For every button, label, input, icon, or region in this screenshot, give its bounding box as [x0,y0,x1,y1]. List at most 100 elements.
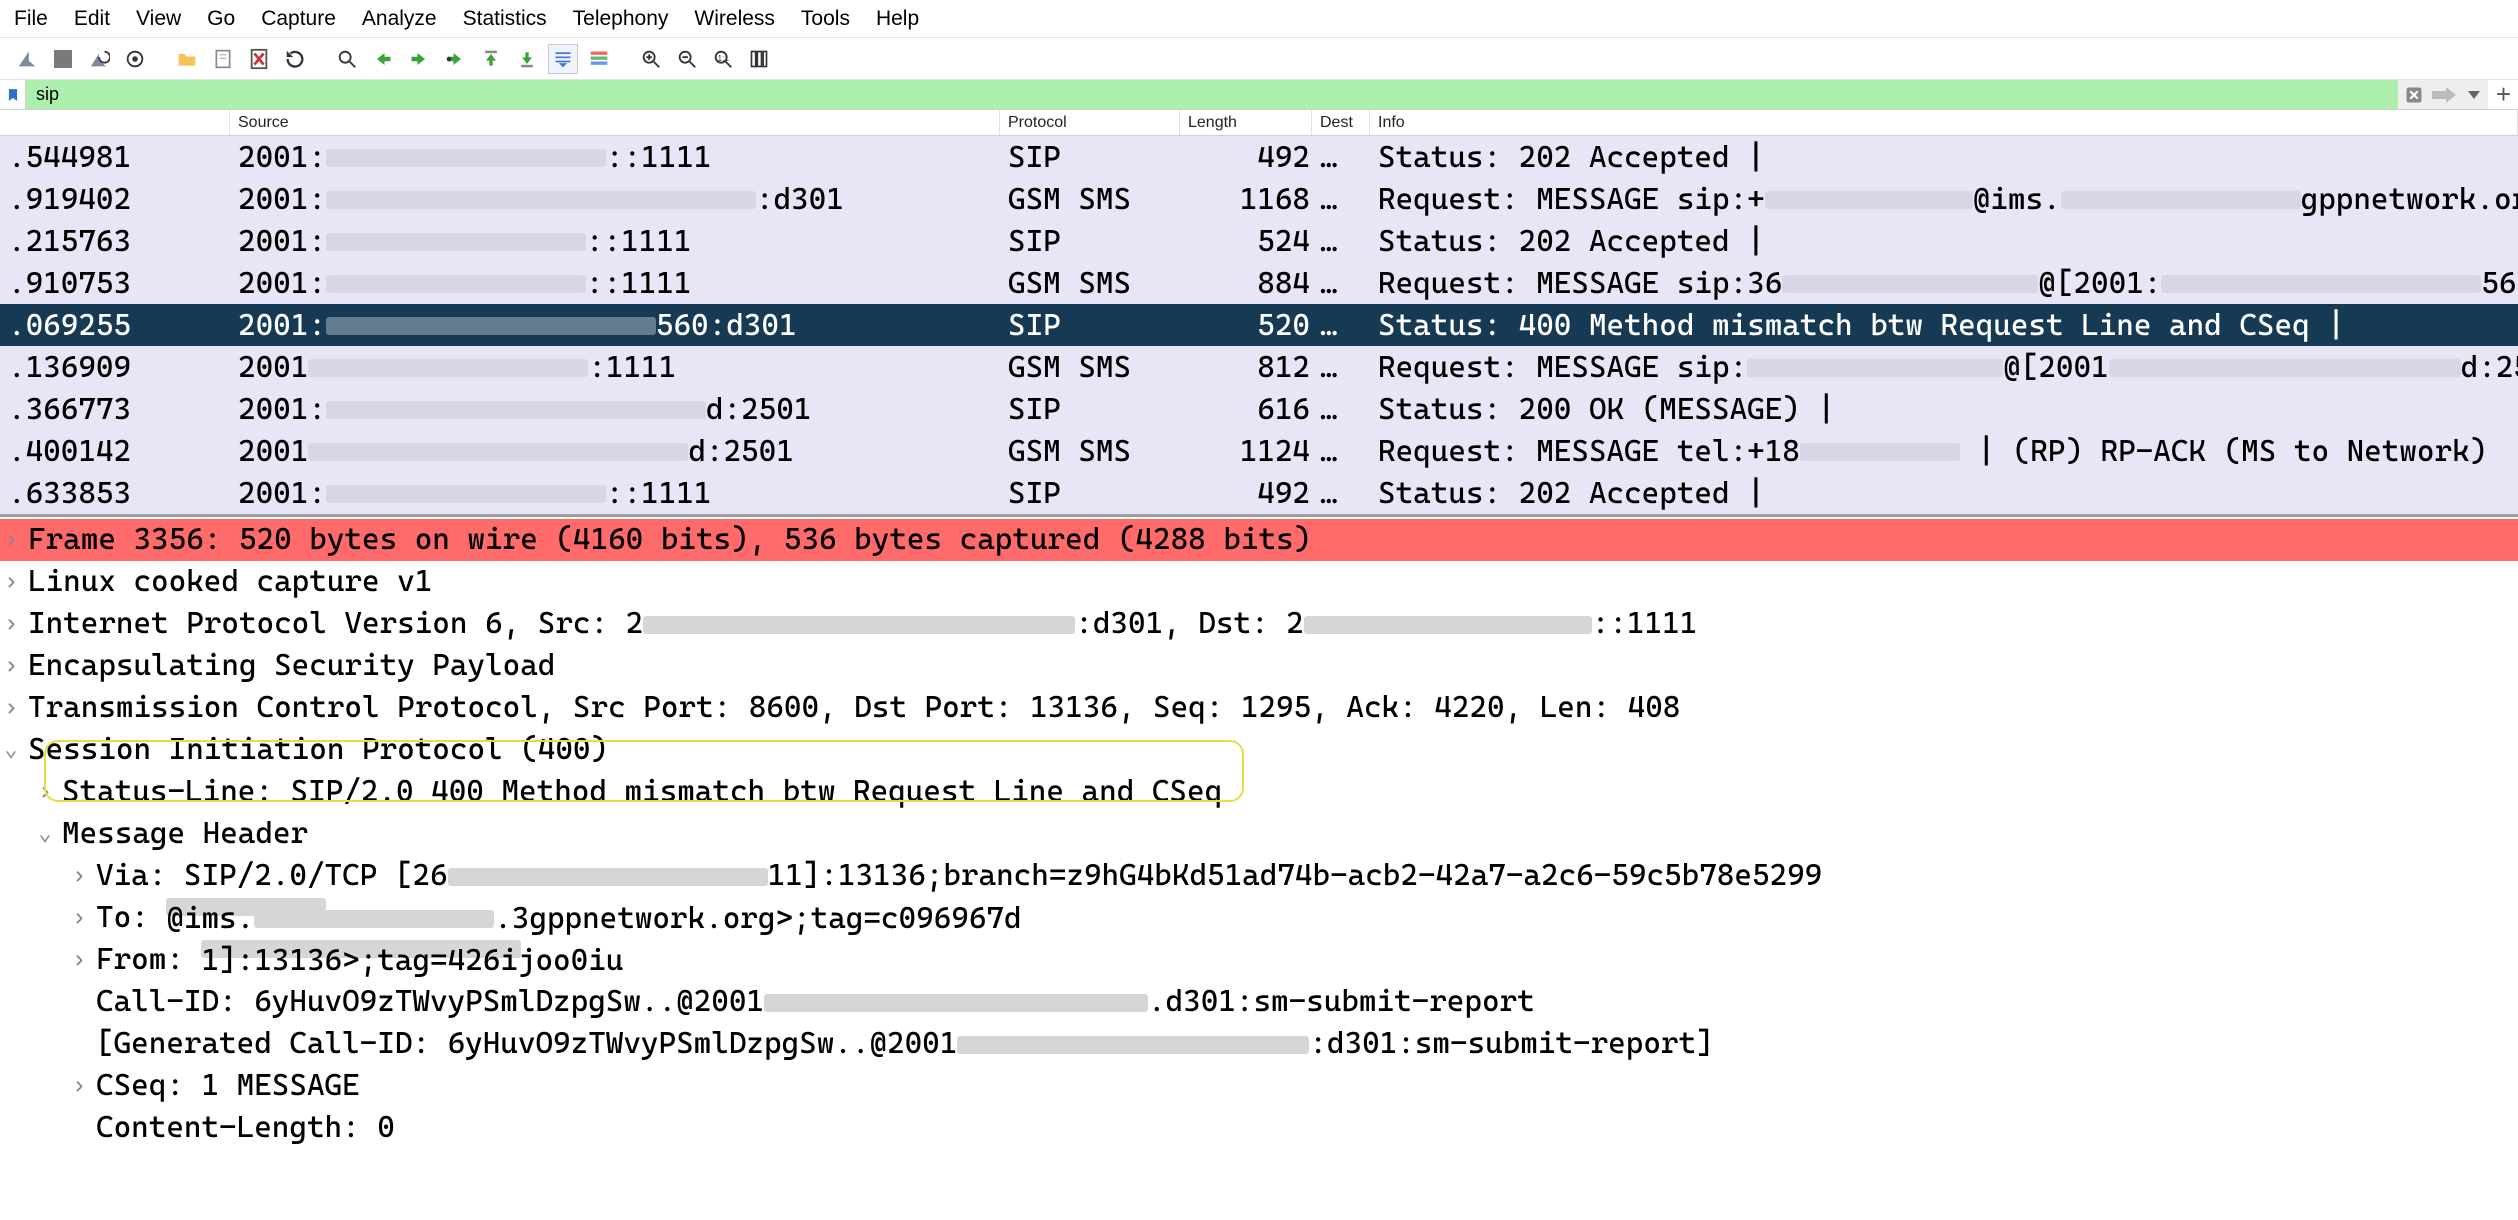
table-row[interactable]: .9194022001::d301GSM SMS1168…Request: ME… [0,178,2518,220]
display-filter-bar: + [0,80,2518,110]
add-filter-button-icon[interactable]: + [2488,80,2518,109]
tree-item-label: Status-Line: SIP/2.0 400 Method mismatch… [62,771,1222,813]
bookmark-icon[interactable] [0,80,26,109]
packet-list-body[interactable]: .5449812001:::1111SIP492…Status: 202 Acc… [0,136,2518,514]
menu-view[interactable]: View [136,7,181,31]
tree-item[interactable]: ›Status-Line: SIP/2.0 400 Method mismatc… [0,771,2518,813]
columns-icon[interactable] [744,44,774,74]
tree-item-label: Transmission Control Protocol, Src Port:… [28,687,1680,729]
filter-history-icon[interactable] [2458,80,2488,109]
tree-item-label: From: 1]:13136>;tag=426ijoo0iu [96,939,521,981]
tree-item-label: Call-ID: 6yHuvO9zTWvyPSmlDzpgSw..@2001.d… [96,981,1535,1023]
find-icon[interactable] [332,44,362,74]
chevron-down-icon[interactable]: ⌄ [34,813,56,855]
tree-item[interactable]: Call-ID: 6yHuvO9zTWvyPSmlDzpgSw..@2001.d… [0,981,2518,1023]
col-length[interactable]: Length [1180,110,1312,135]
autoscroll-icon[interactable] [548,44,578,74]
restart-icon[interactable] [84,44,114,74]
col-dest[interactable]: Dest [1312,110,1370,135]
tree-item[interactable]: ›Transmission Control Protocol, Src Port… [0,687,2518,729]
tree-item[interactable]: ›Encapsulating Security Payload [0,645,2518,687]
menu-wireless[interactable]: Wireless [694,7,775,31]
tree-item[interactable]: ›Frame 3356: 520 bytes on wire (4160 bit… [0,519,2518,561]
first-icon[interactable] [476,44,506,74]
menu-file[interactable]: File [14,7,48,31]
last-icon[interactable] [512,44,542,74]
shark-fin-icon[interactable] [12,44,42,74]
packet-list: Source Protocol Length Dest Info .544981… [0,110,2518,515]
packet-details[interactable]: ›Frame 3356: 520 bytes on wire (4160 bit… [0,515,2518,1145]
col-protocol[interactable]: Protocol [1000,110,1180,135]
table-row[interactable]: .0692552001:560:d301SIP520…Status: 400 M… [0,304,2518,346]
tree-item[interactable]: ›To: @ims..3gppnetwork.org>;tag=c096967d [0,897,2518,939]
tree-item-label: Session Initiation Protocol (400) [28,729,608,771]
tree-item[interactable]: ›CSeq: 1 MESSAGE [0,1065,2518,1107]
chevron-down-icon[interactable]: ⌄ [0,729,22,771]
tree-item[interactable]: ›Linux cooked capture v1 [0,561,2518,603]
menu-go[interactable]: Go [207,7,235,31]
chevron-right-icon[interactable]: › [34,771,56,813]
menu-statistics[interactable]: Statistics [463,7,547,31]
tree-item[interactable]: ›From: 1]:13136>;tag=426ijoo0iu [0,939,2518,981]
tree-item-label: Linux cooked capture v1 [28,561,432,603]
chevron-right-icon[interactable]: › [0,561,22,603]
menu-analyze[interactable]: Analyze [362,7,437,31]
chevron-right-icon[interactable]: › [68,939,90,981]
table-row[interactable]: .9107532001:::1111GSM SMS884…Request: ME… [0,262,2518,304]
zoom-reset-icon[interactable]: 1:1 [708,44,738,74]
clear-filter-icon[interactable] [2398,80,2428,109]
options-icon[interactable] [120,44,150,74]
tree-item[interactable]: Content-Length: 0 [0,1107,2518,1145]
tree-item[interactable]: ›Via: SIP/2.0/TCP [2611]:13136;branch=z9… [0,855,2518,897]
tree-item-label: Via: SIP/2.0/TCP [2611]:13136;branch=z9h… [96,855,1822,897]
table-row[interactable]: .4001422001d:2501GSM SMS1124…Request: ME… [0,430,2518,472]
tree-item[interactable]: ›Internet Protocol Version 6, Src: 2:d30… [0,603,2518,645]
zoom-in-icon[interactable] [636,44,666,74]
chevron-right-icon[interactable]: › [68,855,90,897]
menu-telephony[interactable]: Telephony [573,7,669,31]
forward-icon[interactable] [404,44,434,74]
menu-tools[interactable]: Tools [801,7,850,31]
display-filter-input[interactable] [26,80,2398,109]
back-icon[interactable] [368,44,398,74]
tree-item-label: Content-Length: 0 [96,1107,395,1145]
apply-filter-icon[interactable] [2428,80,2458,109]
table-row[interactable]: .2157632001:::1111SIP524…Status: 202 Acc… [0,220,2518,262]
open-icon[interactable] [172,44,202,74]
tree-item-label: Frame 3356: 520 bytes on wire (4160 bits… [28,519,1311,561]
packet-list-header: Source Protocol Length Dest Info [0,110,2518,136]
table-row[interactable]: .5449812001:::1111SIP492…Status: 202 Acc… [0,136,2518,178]
tree-item[interactable]: [Generated Call-ID: 6yHuvO9zTWvyPSmlDzpg… [0,1023,2518,1065]
save-icon[interactable] [208,44,238,74]
jump-icon[interactable] [440,44,470,74]
col-time[interactable] [0,110,230,135]
menu-help[interactable]: Help [876,7,919,31]
chevron-right-icon[interactable]: › [68,897,90,939]
menu-bar: File Edit View Go Capture Analyze Statis… [0,0,2518,38]
colorize-icon[interactable] [584,44,614,74]
table-row[interactable]: .1369092001:1111GSM SMS812…Request: MESS… [0,346,2518,388]
tree-item-label: Message Header [62,813,308,855]
tree-item-label: Internet Protocol Version 6, Src: 2:d301… [28,603,1697,645]
table-row[interactable]: .6338532001:::1111SIP492…Status: 202 Acc… [0,472,2518,514]
col-info[interactable]: Info [1370,110,2518,135]
close-file-icon[interactable] [244,44,274,74]
table-row[interactable]: .3667732001:d:2501SIP616…Status: 200 OK … [0,388,2518,430]
menu-capture[interactable]: Capture [261,7,336,31]
col-source[interactable]: Source [230,110,1000,135]
chevron-right-icon[interactable]: › [0,645,22,687]
zoom-out-icon[interactable] [672,44,702,74]
tree-item-label: [Generated Call-ID: 6yHuvO9zTWvyPSmlDzpg… [96,1023,1714,1065]
tree-item-label: To: @ims..3gppnetwork.org>;tag=c096967d [96,897,326,939]
tree-item-label: Encapsulating Security Payload [28,645,555,687]
chevron-right-icon[interactable]: › [68,1065,90,1107]
chevron-right-icon[interactable]: › [0,687,22,729]
chevron-right-icon[interactable]: › [0,519,22,561]
chevron-right-icon[interactable]: › [0,603,22,645]
tree-item-label: CSeq: 1 MESSAGE [96,1065,360,1107]
reload-icon[interactable] [280,44,310,74]
stop-icon[interactable] [48,44,78,74]
tree-item[interactable]: ⌄Session Initiation Protocol (400) [0,729,2518,771]
menu-edit[interactable]: Edit [74,7,110,31]
tree-item[interactable]: ⌄Message Header [0,813,2518,855]
